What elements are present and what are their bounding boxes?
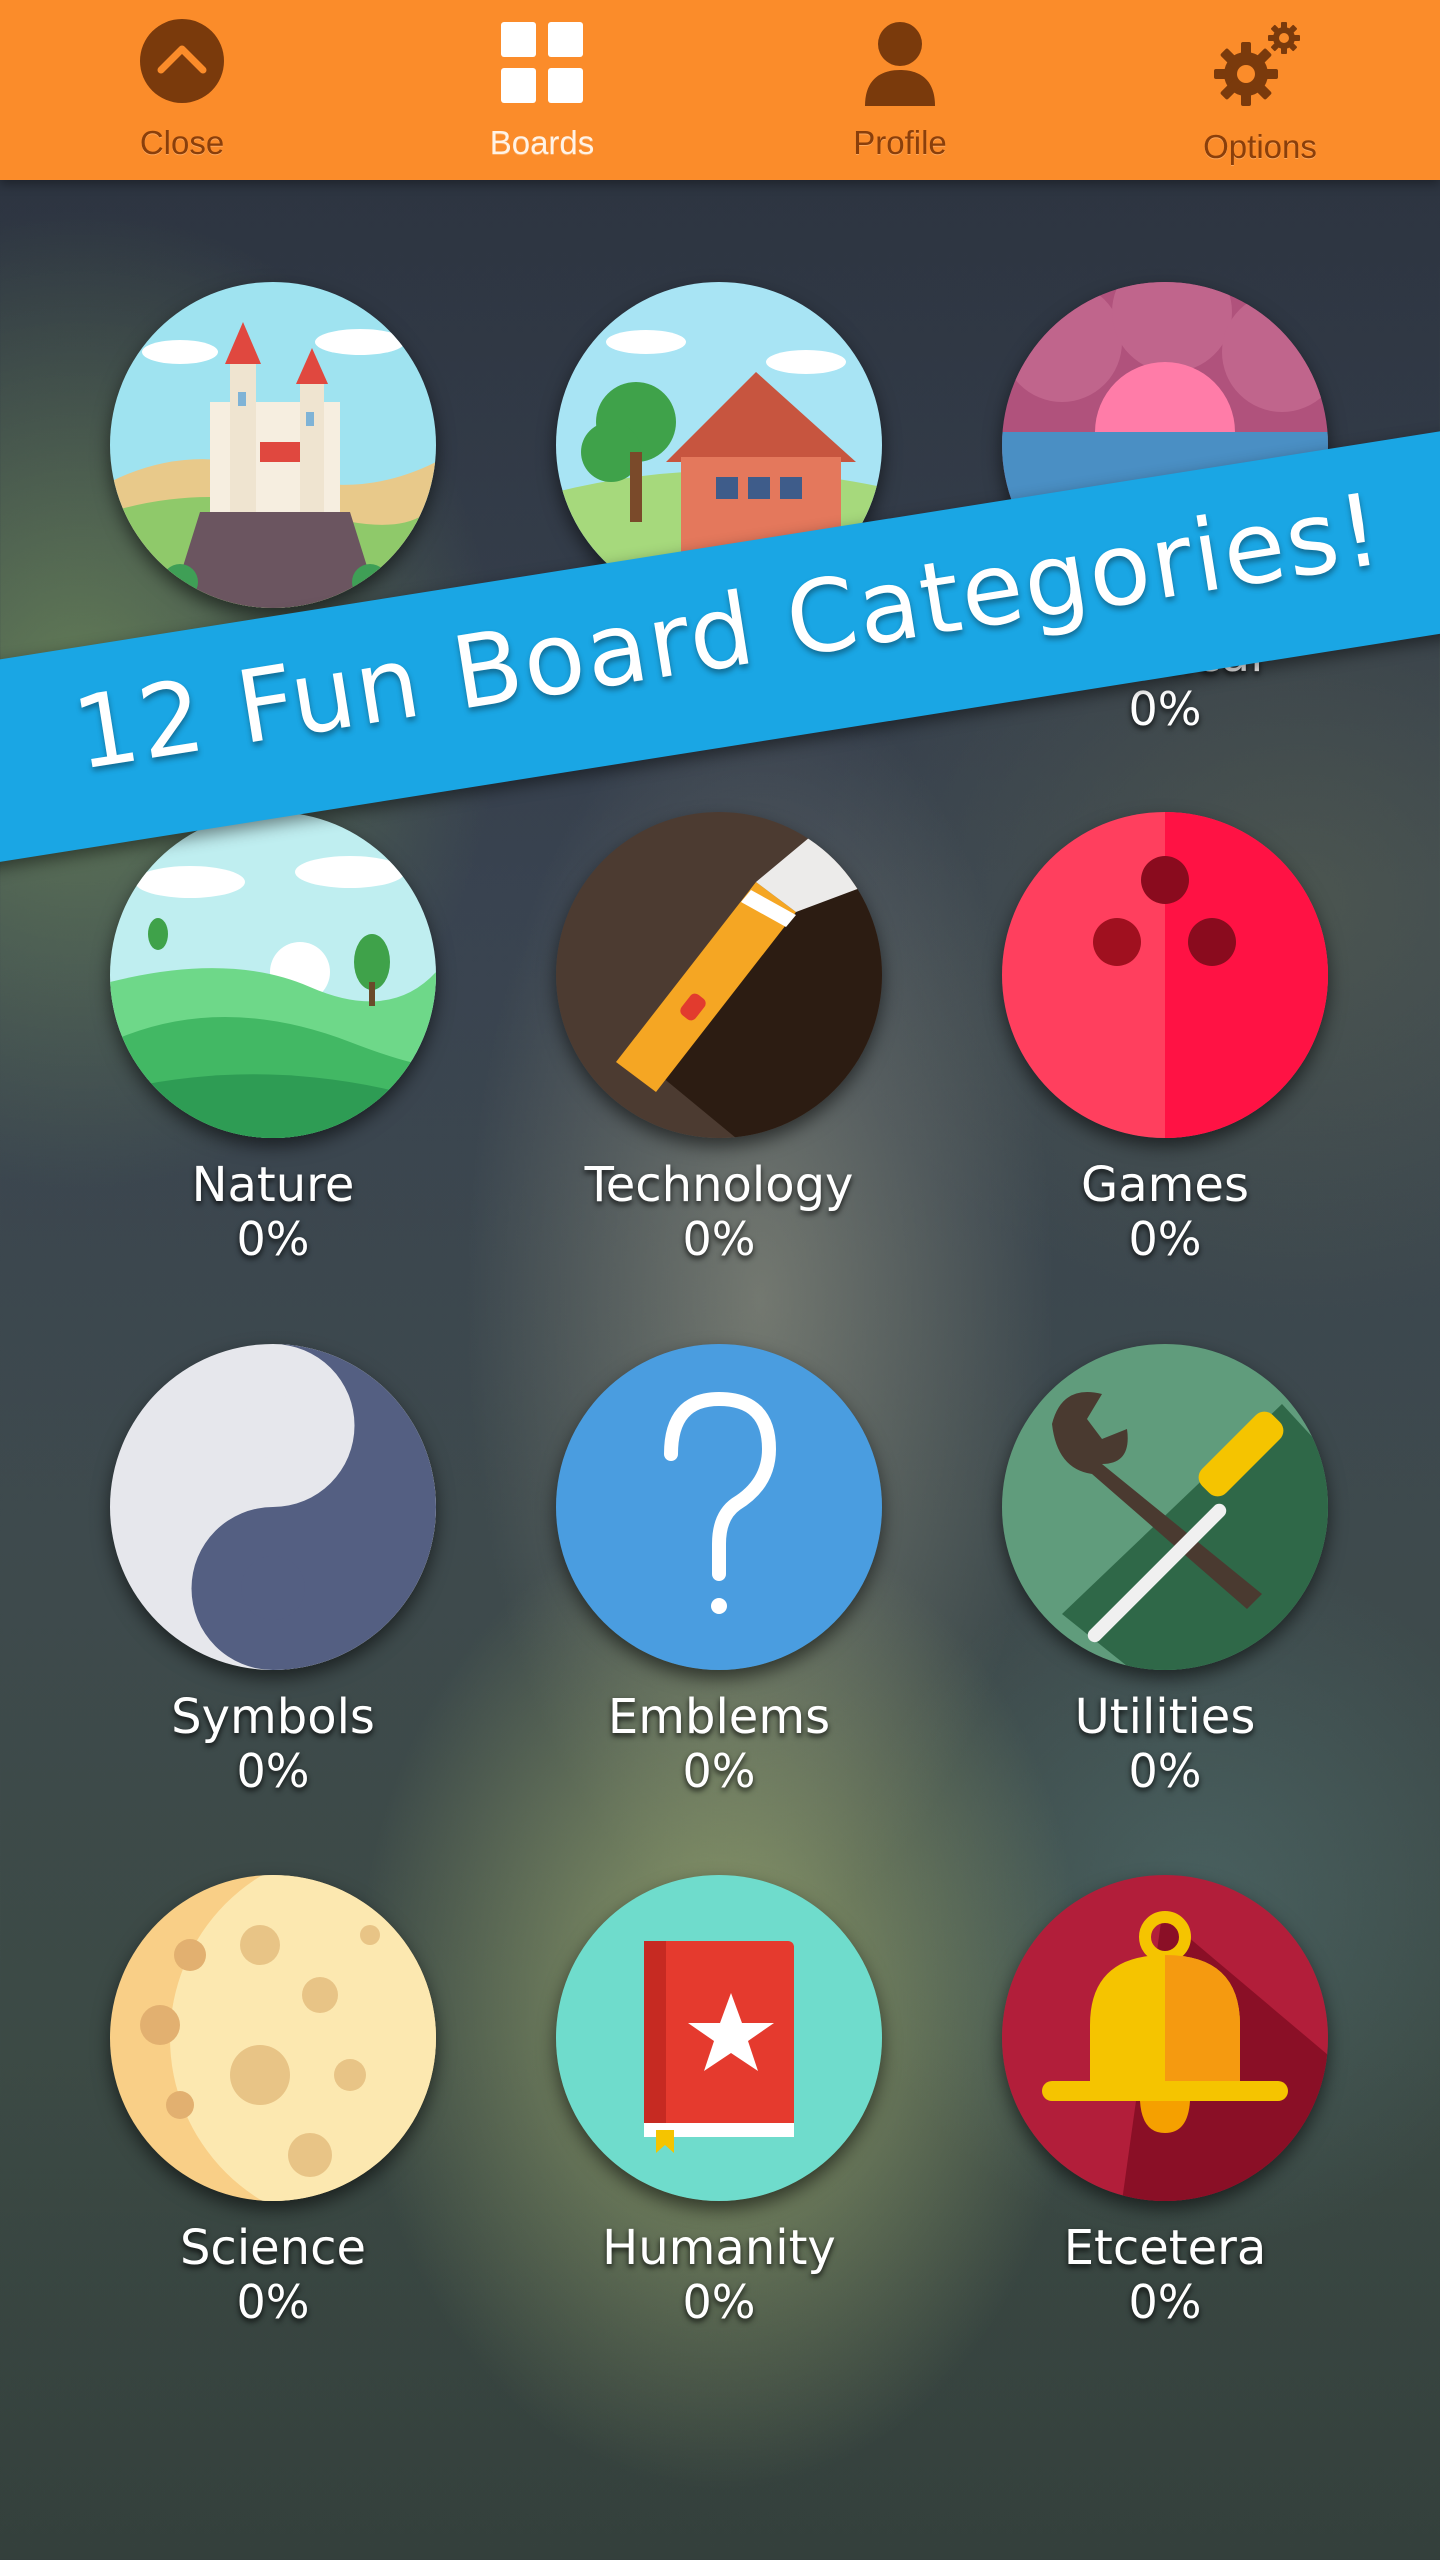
bowling-ball-icon [1002, 812, 1328, 1138]
category-tile-humanity[interactable]: Humanity 0% [486, 1875, 886, 2335]
category-tile-science[interactable]: Science 0% [40, 1875, 440, 2335]
gears-icon [1210, 20, 1310, 114]
tools-icon [1002, 1344, 1328, 1670]
category-percent: 0% [1128, 1744, 1202, 1798]
category-percent: 0% [236, 1212, 310, 1266]
category-name: Games [1081, 1157, 1249, 1213]
category-name: Humanity [602, 2220, 836, 2276]
category-name: Nature [191, 1157, 355, 1213]
category-tile-emblems[interactable]: Emblems 0% [486, 1344, 886, 1804]
category-percent: 0% [682, 1212, 756, 1266]
nav-options-label: Options [1203, 128, 1317, 165]
yin-yang-icon [110, 1344, 436, 1670]
chevron-up-icon [139, 18, 225, 108]
category-name: Emblems [607, 1689, 831, 1745]
category-percent: 0% [682, 2275, 756, 2329]
category-tile-technology[interactable]: Technology 0% [486, 812, 886, 1272]
flashlight-icon [556, 812, 882, 1138]
castle-icon [110, 282, 436, 608]
nav-boards-label: Boards [489, 124, 595, 161]
category-name: Etcetera [1063, 2220, 1267, 2276]
top-nav-bar: Close Boards Profile Options [0, 0, 1440, 180]
category-tile-utilities[interactable]: Utilities 0% [932, 1344, 1332, 1804]
bell-icon [1002, 1875, 1328, 2201]
question-mark-icon [556, 1344, 882, 1670]
category-percent: 0% [1128, 2275, 1202, 2329]
category-tile-nature[interactable]: Nature 0% [40, 812, 440, 1272]
category-name: Utilities [1074, 1689, 1256, 1745]
hills-icon [110, 812, 436, 1138]
nav-profile-label: Profile [853, 124, 947, 161]
category-name: Technology [584, 1157, 854, 1213]
category-percent: 0% [236, 2275, 310, 2329]
category-tile-etcetera[interactable]: Etcetera 0% [932, 1875, 1332, 2335]
category-percent: 0% [1128, 1212, 1202, 1266]
category-percent: 0% [682, 1744, 756, 1798]
grid-icon [499, 18, 585, 108]
book-icon [556, 1875, 882, 2201]
category-percent: 0% [236, 1744, 310, 1798]
moon-icon [110, 1875, 436, 2201]
category-name: Science [179, 2220, 367, 2276]
nav-options[interactable]: Options [1130, 0, 1390, 180]
nav-close[interactable]: Close [52, 0, 312, 180]
person-icon [857, 18, 943, 112]
nav-profile[interactable]: Profile [770, 0, 1030, 180]
nav-close-label: Close [139, 124, 225, 161]
category-name: Symbols [171, 1689, 375, 1745]
category-tile-symbols[interactable]: Symbols 0% [40, 1344, 440, 1804]
category-tile-games[interactable]: Games 0% [932, 812, 1332, 1272]
nav-boards[interactable]: Boards [412, 0, 672, 180]
